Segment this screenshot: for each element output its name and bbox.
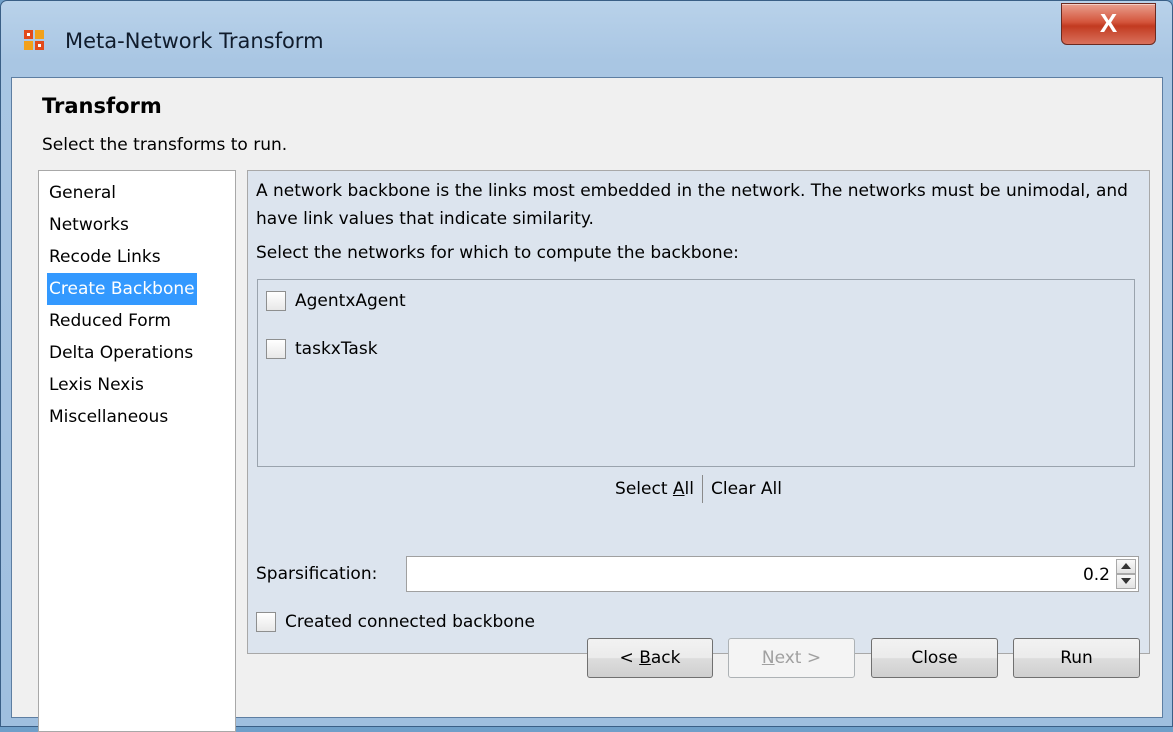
page-subtitle: Select the transforms to run. <box>42 135 288 155</box>
sparsification-value[interactable]: 0.2 <box>1083 565 1110 585</box>
select-all-suffix: ll <box>684 479 694 499</box>
transform-list-item-reduced-form[interactable]: Reduced Form <box>47 305 197 337</box>
network-checkbox-list: AgentxAgent taskxTask <box>257 279 1135 467</box>
transform-list-item-miscellaneous[interactable]: Miscellaneous <box>47 401 197 433</box>
network-option-agentxagent[interactable]: AgentxAgent <box>266 288 406 314</box>
transform-list-item-general[interactable]: General <box>47 177 197 209</box>
next-mnemonic: N <box>761 648 775 668</box>
select-all-link[interactable]: Select All <box>615 479 694 499</box>
close-button[interactable]: Close <box>871 638 998 678</box>
link-divider <box>702 475 703 503</box>
create-backbone-panel: A network backbone is the links most emb… <box>247 170 1150 654</box>
spinner-down-icon[interactable] <box>1116 574 1136 589</box>
back-suffix: ack <box>650 648 681 668</box>
transform-list[interactable]: General Networks Recode Links Create Bac… <box>38 170 236 732</box>
page-title: Transform <box>42 94 162 118</box>
network-app-icon <box>24 30 44 50</box>
back-mnemonic: B <box>639 648 651 668</box>
transform-list-item-recode-links[interactable]: Recode Links <box>47 241 197 273</box>
select-all-prefix: Select <box>615 479 673 499</box>
dialog-client-area: Transform Select the transforms to run. … <box>11 77 1163 732</box>
taskxtask-checkbox[interactable] <box>266 339 286 359</box>
network-option-taskxtask[interactable]: taskxTask <box>266 336 378 362</box>
agentxagent-checkbox[interactable] <box>266 291 286 311</box>
connected-backbone-checkbox[interactable] <box>256 612 276 632</box>
next-suffix: ext > <box>774 648 822 668</box>
title-bar[interactable]: Meta-Network Transform X <box>1 1 1172 77</box>
transform-list-item-delta-operations[interactable]: Delta Operations <box>47 337 197 369</box>
clear-all-link[interactable]: Clear All <box>711 479 782 499</box>
back-button[interactable]: < Back <box>587 638 713 678</box>
back-prefix: < <box>619 648 640 668</box>
transform-list-item-create-backbone[interactable]: Create Backbone <box>47 273 197 305</box>
sparsification-spinner[interactable]: 0.2 <box>406 556 1139 592</box>
run-button[interactable]: Run <box>1013 638 1140 678</box>
sparsification-label: Sparsification: <box>256 564 378 584</box>
connected-backbone-label: Created connected backbone <box>285 612 535 632</box>
spinner-arrows <box>1116 559 1136 589</box>
select-networks-label: Select the networks for which to compute… <box>256 243 739 263</box>
connected-backbone-option[interactable]: Created connected backbone <box>256 609 535 635</box>
taskxtask-label: taskxTask <box>295 339 378 359</box>
close-icon: X <box>1099 8 1118 38</box>
transform-list-item-networks[interactable]: Networks <box>47 209 197 241</box>
dialog-window: Meta-Network Transform X Transform Selec… <box>0 0 1173 732</box>
close-window-button[interactable]: X <box>1061 3 1156 45</box>
window-title: Meta-Network Transform <box>65 29 324 53</box>
backbone-description: A network backbone is the links most emb… <box>256 181 1128 229</box>
next-button[interactable]: Next > <box>728 638 855 678</box>
agentxagent-label: AgentxAgent <box>295 291 406 311</box>
transform-list-item-lexis-nexis[interactable]: Lexis Nexis <box>47 369 197 401</box>
select-all-mnemonic: A <box>672 479 685 499</box>
select-clear-links: Select All Clear All <box>248 475 1149 503</box>
spinner-up-icon[interactable] <box>1116 559 1136 574</box>
